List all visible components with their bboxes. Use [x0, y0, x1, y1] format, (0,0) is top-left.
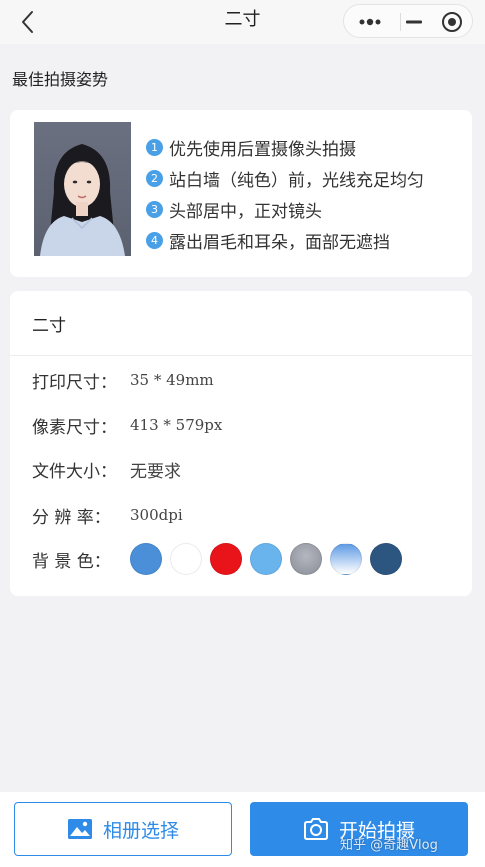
- tip-text: 站白墙（纯色）前，光线充足均匀: [169, 171, 424, 191]
- tip-item: 4 露出眉毛和耳朵，面部无遮挡: [146, 225, 424, 256]
- album-select-label: 相册选择: [102, 819, 179, 842]
- file-size-label: 文件大小：: [32, 461, 117, 482]
- tips-list: 1 优先使用后置摄像头拍摄 2 站白墙（纯色）前，光线充足均匀 3 头部居中，正…: [146, 132, 424, 256]
- color-swatch-gradient-blue[interactable]: [330, 543, 362, 575]
- resolution-row: 分 辨 率： 300dpi: [32, 503, 183, 528]
- background-color-label: 背 景 色：: [32, 551, 111, 572]
- tip-text: 优先使用后置摄像头拍摄: [169, 140, 356, 160]
- tip-text: 头部居中，正对镜头: [169, 202, 322, 222]
- section-title: 最佳拍摄姿势: [12, 70, 109, 89]
- tip-number-badge: 2: [146, 170, 163, 187]
- capsule-menu: [343, 4, 473, 38]
- print-size-row: 打印尺寸： 35 * 49mm: [32, 368, 214, 393]
- camera-icon: [303, 818, 328, 840]
- resolution-label: 分 辨 率：: [32, 507, 111, 528]
- tip-text: 露出眉毛和耳朵，面部无遮挡: [169, 233, 390, 253]
- more-icon[interactable]: [358, 12, 382, 32]
- tip-number-badge: 1: [146, 139, 163, 156]
- color-swatch-white[interactable]: [170, 543, 202, 575]
- color-swatch-light-blue[interactable]: [250, 543, 282, 575]
- close-icon[interactable]: [441, 11, 463, 33]
- spec-title: 二寸: [32, 316, 66, 336]
- spec-card: 二寸 打印尺寸： 35 * 49mm 像素尺寸： 413 * 579px 文件大…: [10, 291, 472, 596]
- color-swatch-gray[interactable]: [290, 543, 322, 575]
- tip-number-badge: 4: [146, 232, 163, 249]
- color-swatch-dark-blue[interactable]: [370, 543, 402, 575]
- file-size-row: 文件大小： 无要求: [32, 457, 181, 482]
- tip-number-badge: 3: [146, 201, 163, 218]
- minimize-icon[interactable]: [402, 12, 426, 32]
- capsule-divider: [400, 13, 401, 31]
- watermark: 知乎 @奇趣Vlog: [340, 838, 438, 853]
- divider: [10, 355, 472, 356]
- navigation-bar: 二寸: [0, 0, 485, 44]
- background-color-row: 背 景 色：: [32, 547, 130, 572]
- pixel-size-value: 413 * 579px: [130, 416, 223, 434]
- pixel-size-label: 像素尺寸：: [32, 417, 117, 438]
- tip-item: 2 站白墙（纯色）前，光线充足均匀: [146, 163, 424, 194]
- sample-photo: [34, 122, 131, 256]
- print-size-label: 打印尺寸：: [32, 372, 117, 393]
- print-size-value: 35 * 49mm: [130, 371, 214, 389]
- album-select-button[interactable]: 相册选择: [14, 802, 232, 856]
- color-swatch-red[interactable]: [210, 543, 242, 575]
- image-icon: [67, 819, 92, 839]
- color-swatches: [130, 543, 410, 575]
- tip-item: 3 头部居中，正对镜头: [146, 194, 424, 225]
- tip-item: 1 优先使用后置摄像头拍摄: [146, 132, 424, 163]
- file-size-value: 无要求: [130, 461, 181, 482]
- color-swatch-blue[interactable]: [130, 543, 162, 575]
- pixel-size-row: 像素尺寸： 413 * 579px: [32, 413, 223, 438]
- tips-card: 1 优先使用后置摄像头拍摄 2 站白墙（纯色）前，光线充足均匀 3 头部居中，正…: [10, 110, 472, 277]
- resolution-value: 300dpi: [130, 506, 183, 524]
- bottom-action-bar: 相册选择 开始拍摄: [0, 792, 485, 867]
